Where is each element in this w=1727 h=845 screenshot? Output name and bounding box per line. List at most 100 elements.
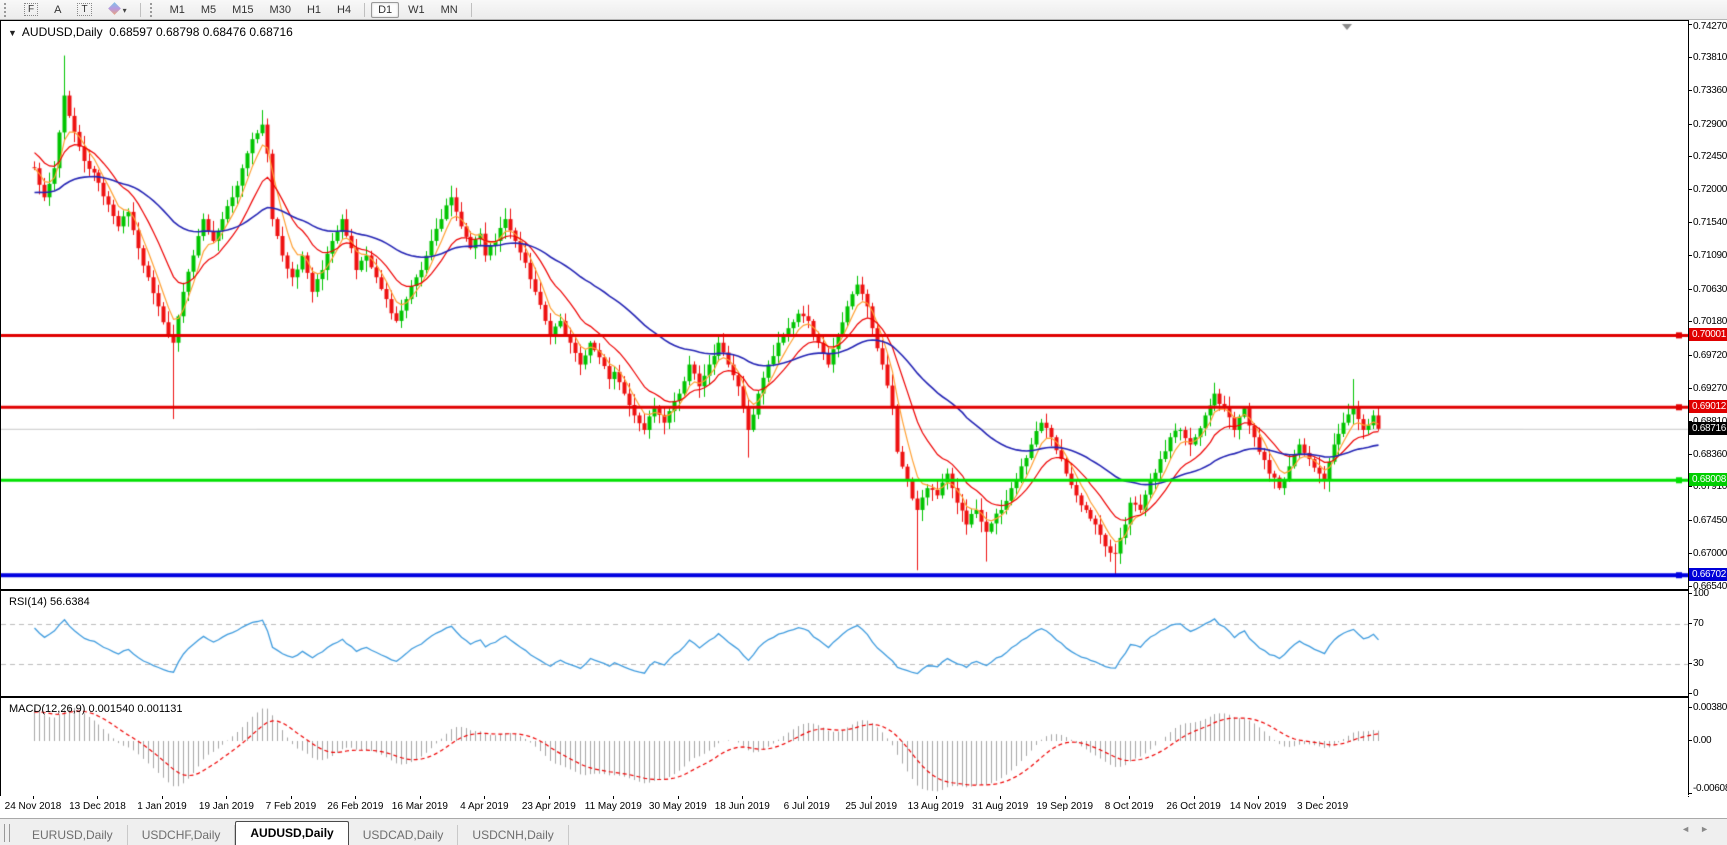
price-line-label: 0.68008 — [1689, 473, 1727, 487]
date-tick-label: 19 Sep 2019 — [1036, 801, 1094, 812]
scale-tick-mark — [1689, 255, 1692, 257]
chart-tab-usdcnh[interactable]: USDCNH,Daily — [458, 825, 569, 845]
price-scale[interactable]: 0.74270 0.73810 0.73360 0.72900 0.72450 0.720… — [1688, 20, 1727, 795]
macd-indicator-canvas[interactable] — [1, 698, 1689, 796]
scale-tick-label: 0.68360 — [1693, 448, 1727, 460]
date-tick-mark — [484, 796, 486, 799]
chart-tab-usdchf[interactable]: USDCHF,Daily — [128, 825, 236, 845]
date-tick-label: 25 Jul 2019 — [845, 801, 898, 812]
date-tick-label: 7 Feb 2019 — [265, 801, 317, 812]
scale-tick-mark — [1689, 453, 1692, 455]
timeframe-button-m30[interactable]: M30 — [263, 2, 298, 18]
text-tool-button[interactable]: T — [70, 1, 98, 18]
date-tick-mark — [1064, 796, 1066, 799]
date-tick-mark — [871, 796, 873, 799]
timeframe-button-mn[interactable]: MN — [434, 2, 465, 18]
chart-title: ▼ AUDUSD,Daily 0.68597 0.68798 0.68476 0.… — [8, 25, 293, 39]
scale-tick-mark — [1689, 792, 1692, 794]
scale-tick-label: 0.67000 — [1693, 547, 1727, 559]
toolbar-grip-2[interactable] — [149, 2, 158, 17]
date-axis[interactable]: 24 Nov 2018 13 Dec 2018 1 Jan 2019 19 Jan 2… — [0, 796, 1688, 818]
date-tick-label: 8 Oct 2019 — [1104, 801, 1154, 812]
scale-tick-mark — [1689, 693, 1692, 694]
timeframe-button-m1[interactable]: M1 — [163, 2, 192, 18]
chart-tab-usdcad[interactable]: USDCAD,Daily — [349, 825, 459, 845]
scale-tick-mark — [1689, 593, 1692, 594]
docking-button[interactable]: F — [17, 1, 45, 18]
date-tick-label: 4 Apr 2019 — [460, 801, 509, 812]
chart-tab-bar: EURUSD,Daily USDCHF,Daily AUDUSD,Daily USDC… — [0, 818, 1727, 845]
date-tick-mark — [355, 796, 357, 799]
scale-tick-label: 0.73360 — [1693, 85, 1727, 97]
timeframe-button-w1[interactable]: W1 — [401, 2, 432, 18]
scale-tick-mark — [1689, 123, 1692, 125]
rsi-indicator-canvas[interactable] — [1, 591, 1689, 696]
scale-tick-label: 0.72900 — [1693, 118, 1727, 130]
date-tick-label: 1 Jan 2019 — [137, 801, 187, 812]
scale-tick-mark — [1689, 706, 1692, 708]
price-line-label: 0.66702 — [1689, 568, 1727, 582]
scale-tick-mark — [1689, 486, 1692, 488]
date-tick-mark — [806, 796, 808, 799]
date-tick-mark — [1258, 796, 1260, 799]
date-tick-mark — [419, 796, 421, 799]
scale-tick-mark — [1689, 57, 1692, 59]
scale-tick-mark — [1689, 189, 1692, 191]
chart-tab-audusd[interactable]: AUDUSD,Daily — [235, 821, 349, 845]
scale-tick-label: 0.71540 — [1693, 217, 1727, 229]
scale-tick-mark — [1689, 663, 1692, 664]
date-tick-mark — [1322, 796, 1324, 799]
date-tick-label: 18 Jun 2019 — [714, 801, 770, 812]
date-tick-mark — [677, 796, 679, 799]
date-tick-label: 6 Jul 2019 — [783, 801, 830, 812]
timeframe-button-d1[interactable]: D1 — [371, 1, 400, 18]
scale-tick-label: 0.72450 — [1693, 151, 1727, 163]
date-tick-mark — [613, 796, 615, 799]
collapse-triangle-icon[interactable]: ▼ — [8, 28, 17, 38]
scale-tick-mark — [1689, 623, 1692, 624]
rsi-label: RSI(14) 56.6384 — [9, 596, 90, 608]
scale-tick-label: 0.74270 — [1693, 21, 1727, 32]
scale-tick-mark — [1689, 288, 1692, 290]
toolbar-separator — [364, 2, 366, 17]
date-tick-label: 31 Aug 2019 — [972, 801, 1029, 812]
font-icon: A — [54, 3, 62, 16]
scale-tick-mark — [1689, 354, 1692, 356]
date-tick-label: 26 Oct 2019 — [1166, 801, 1221, 812]
date-tick-mark — [97, 796, 99, 799]
date-tick-label: 23 Apr 2019 — [521, 801, 576, 812]
timeframe-button-h4[interactable]: H4 — [330, 2, 358, 18]
scale-tick-label: 100 — [1693, 588, 1709, 599]
scale-tick-mark — [1689, 740, 1692, 741]
date-tick-label: 13 Dec 2018 — [69, 801, 126, 812]
toolbar-separator — [470, 2, 472, 17]
colors-button[interactable]: ▾ — [101, 1, 134, 18]
chart-tab-eurusd[interactable]: EURUSD,Daily — [18, 825, 128, 845]
tab-bar-grip[interactable] — [4, 824, 10, 842]
toolbar-grip[interactable] — [4, 2, 12, 17]
tab-scroll-right-icon[interactable]: ► — [1700, 824, 1719, 834]
scale-tick-label: 0.71090 — [1693, 250, 1727, 262]
font-tool-button[interactable]: A — [47, 2, 68, 18]
timeframe-button-m15[interactable]: M15 — [225, 2, 260, 18]
date-tick-label: 11 May 2019 — [584, 801, 642, 812]
symbol-period-label: AUDUSD,Daily — [21, 25, 103, 39]
scale-tick-label: 0.69270 — [1693, 382, 1727, 394]
timeframe-button-h1[interactable]: H1 — [300, 2, 328, 18]
scale-tick-label: 0 — [1693, 688, 1699, 699]
price-line-label: 0.70001 — [1689, 328, 1727, 342]
timeframe-button-m5[interactable]: M5 — [194, 2, 223, 18]
candlestick-chart-canvas[interactable] — [1, 21, 1689, 589]
scale-tick-label: 0.69720 — [1693, 349, 1727, 361]
scale-tick-label: 0.00 — [1693, 735, 1712, 746]
date-tick-mark — [742, 796, 744, 799]
scale-tick-mark — [1689, 24, 1692, 25]
rsi-panel: RSI(14) 56.6384 — [0, 590, 1689, 697]
scale-tick-label: 70 — [1693, 618, 1704, 629]
scale-tick-label: 0.72000 — [1693, 184, 1727, 196]
date-tick-mark — [1000, 796, 1002, 799]
date-tick-label: 13 Aug 2019 — [907, 801, 964, 812]
tab-scroll-left-icon[interactable]: ◄ — [1681, 824, 1700, 834]
price-line-label: 0.68716 — [1689, 421, 1727, 435]
scale-tick-mark — [1689, 321, 1692, 323]
